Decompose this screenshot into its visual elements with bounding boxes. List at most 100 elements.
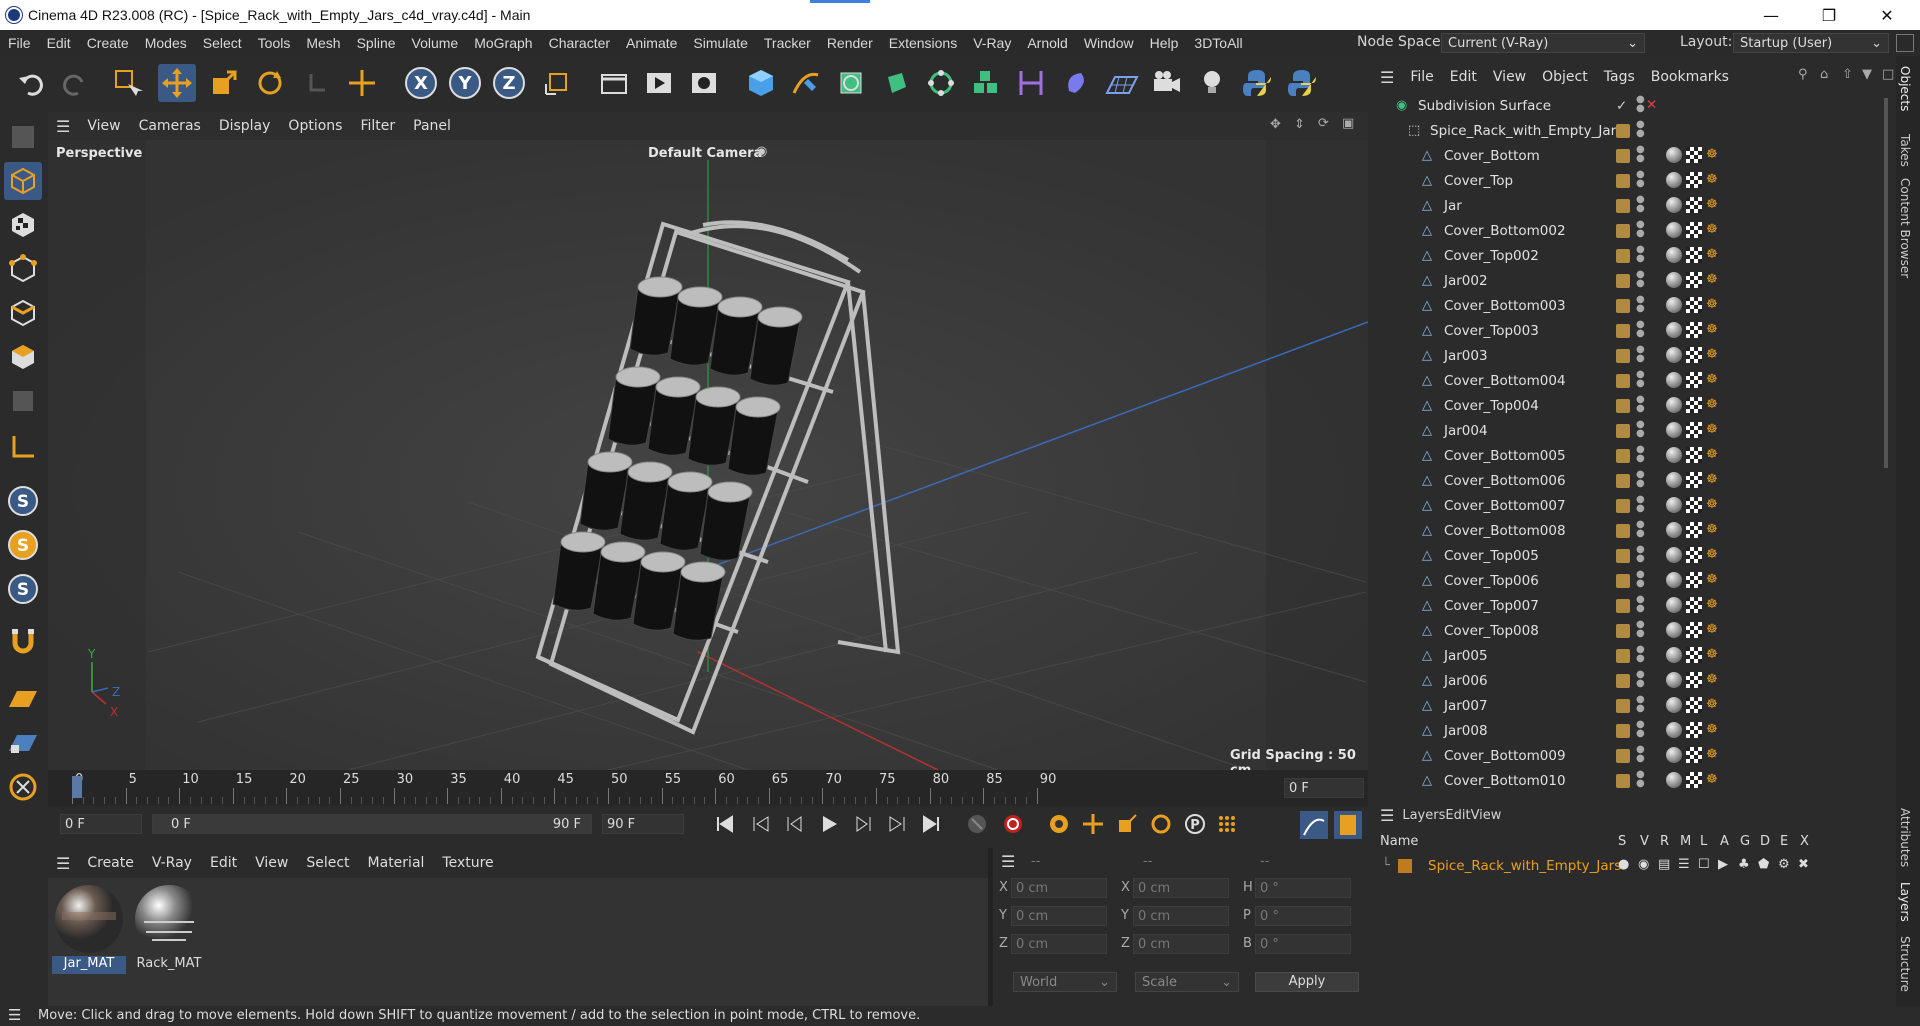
uvw-tag-icon[interactable]: ☸ <box>1706 422 1722 438</box>
up-arrow-icon[interactable]: ⇧ <box>1842 67 1853 82</box>
subdivision-surface-icon[interactable] <box>832 64 870 102</box>
menu-spline[interactable]: Spline <box>349 35 404 51</box>
previous-frame-icon[interactable] <box>784 813 806 835</box>
close-button[interactable]: ✕ <box>1864 0 1910 30</box>
layer-column-header[interactable]: V <box>1640 834 1649 849</box>
layout-toggle-icon[interactable] <box>1896 34 1914 52</box>
layer-color-swatch[interactable] <box>1616 374 1630 388</box>
texture-mode-icon[interactable] <box>4 206 42 244</box>
layer-color-swatch[interactable] <box>1616 774 1630 788</box>
render-to-picture-viewer-icon[interactable] <box>640 64 678 102</box>
object-row[interactable]: △ Jar ● ● ☸ <box>1372 194 1872 219</box>
filter-icon[interactable]: ▼ <box>1862 67 1872 82</box>
python-plugin-icon[interactable] <box>1283 64 1321 102</box>
material-menu-material[interactable]: Material <box>359 855 434 871</box>
quantize-icon[interactable]: S <box>4 570 42 608</box>
coord-mode-dropdown[interactable]: Scale ⌄ <box>1135 972 1239 992</box>
material-rack-mat[interactable]: Rack_MAT <box>132 882 206 974</box>
vray-material-tag-icon[interactable] <box>1666 272 1682 288</box>
render-view-icon[interactable] <box>595 64 633 102</box>
visibility-dots-icon[interactable]: ● ● <box>1636 420 1645 439</box>
object-row[interactable]: △ Cover_Top005 ● ● ☸ <box>1372 544 1872 569</box>
layer-color-swatch[interactable] <box>1616 674 1630 688</box>
object-name[interactable]: Jar008 <box>1444 723 1488 739</box>
vray-material-tag-icon[interactable] <box>1666 247 1682 263</box>
menu-mesh[interactable]: Mesh <box>298 35 348 51</box>
camera-object-icon[interactable] <box>1148 64 1186 102</box>
texture-tag-icon[interactable] <box>1686 222 1702 238</box>
object-row[interactable]: △ Cover_Bottom006 ● ● ☸ <box>1372 469 1872 494</box>
visibility-dots-icon[interactable]: ● ● <box>1636 295 1645 314</box>
menu-3dtoall[interactable]: 3DToAll <box>1186 35 1250 51</box>
texture-tag-icon[interactable] <box>1686 772 1702 788</box>
hamburger-icon[interactable]: ☰ <box>8 1006 21 1024</box>
menu-modes[interactable]: Modes <box>137 35 195 51</box>
light-object-icon[interactable] <box>1193 64 1231 102</box>
end-frame-field[interactable]: 90 F <box>602 814 684 834</box>
uvw-tag-icon[interactable]: ☸ <box>1706 622 1722 638</box>
object-name[interactable]: Jar <box>1444 198 1462 214</box>
rotation-key-icon[interactable] <box>1150 813 1172 835</box>
material-menu-select[interactable]: Select <box>297 855 358 871</box>
texture-tag-icon[interactable] <box>1686 322 1702 338</box>
coord-value-field[interactable]: 0 ° <box>1255 878 1351 898</box>
texture-tag-icon[interactable] <box>1686 722 1702 738</box>
coord-value-field[interactable]: 0 cm <box>1011 934 1107 954</box>
visibility-dots-icon[interactable]: ● ● <box>1636 270 1645 289</box>
node-space-dropdown[interactable]: Current (V-Ray) ⌄ <box>1441 33 1645 53</box>
texture-tag-icon[interactable] <box>1686 572 1702 588</box>
texture-tag-icon[interactable] <box>1686 297 1702 313</box>
texture-tag-icon[interactable] <box>1686 622 1702 638</box>
texture-tag-icon[interactable] <box>1686 497 1702 513</box>
hamburger-icon[interactable]: ☰ <box>1380 68 1394 87</box>
render-icon[interactable]: ▤ <box>1658 857 1670 872</box>
visibility-dots-icon[interactable]: ● ● <box>1636 595 1645 614</box>
object-name[interactable]: Cover_Bottom009 <box>1444 748 1566 764</box>
extrude-generator-icon[interactable] <box>877 64 915 102</box>
edge-mode-icon[interactable] <box>4 294 42 332</box>
object-name[interactable]: Cover_Bottom004 <box>1444 373 1566 389</box>
timeline-window-icon[interactable] <box>1334 811 1362 839</box>
texture-tag-icon[interactable] <box>1686 397 1702 413</box>
cloner-icon[interactable] <box>967 64 1005 102</box>
object-row[interactable]: △ Cover_Bottom003 ● ● ☸ <box>1372 294 1872 319</box>
menu-select[interactable]: Select <box>195 35 250 51</box>
visibility-dots-icon[interactable]: ● ● <box>1636 520 1645 539</box>
next-key-icon[interactable] <box>886 813 908 835</box>
play-icon[interactable] <box>818 813 840 835</box>
coord-value-field[interactable]: 0 ° <box>1255 906 1351 926</box>
object-row[interactable]: △ Cover_Top002 ● ● ☸ <box>1372 244 1872 269</box>
uvw-tag-icon[interactable]: ☸ <box>1706 572 1722 588</box>
object-row[interactable]: △ Cover_Top003 ● ● ☸ <box>1372 319 1872 344</box>
visibility-dots-icon[interactable]: ● ● <box>1636 770 1645 789</box>
object-name[interactable]: Cover_Bottom <box>1444 148 1540 164</box>
tab-structure[interactable]: Structure <box>1898 936 1912 992</box>
viewport-menu-options[interactable]: Options <box>279 118 351 134</box>
object-row[interactable]: △ Cover_Top008 ● ● ☸ <box>1372 619 1872 644</box>
layer-color-swatch[interactable] <box>1616 474 1630 488</box>
current-frame-field[interactable]: 0 F <box>1284 778 1364 798</box>
object-name[interactable]: Cover_Bottom010 <box>1444 773 1566 789</box>
visibility-dots-icon[interactable]: ● ● <box>1636 745 1645 764</box>
object-row[interactable]: △ Jar006 ● ● ☸ <box>1372 669 1872 694</box>
uvw-tag-icon[interactable]: ☸ <box>1706 447 1722 463</box>
z-axis-lock-icon[interactable]: Z <box>490 64 528 102</box>
pan-view-icon[interactable]: ✥ <box>1270 117 1281 132</box>
menu-render[interactable]: Render <box>819 35 881 51</box>
coord-value-field[interactable]: 0 ° <box>1255 934 1351 954</box>
menu-window[interactable]: Window <box>1076 35 1142 51</box>
vray-material-tag-icon[interactable] <box>1666 497 1682 513</box>
object-row[interactable]: △ Cover_Bottom ● ● ☸ <box>1372 144 1872 169</box>
vray-material-tag-icon[interactable] <box>1666 547 1682 563</box>
goto-end-icon[interactable] <box>920 813 942 835</box>
cube-primitive-icon[interactable] <box>742 64 780 102</box>
y-axis-lock-icon[interactable]: Y <box>446 64 484 102</box>
viewport-menu-filter[interactable]: Filter <box>351 118 404 134</box>
object-name[interactable]: Cover_Top007 <box>1444 598 1539 614</box>
coord-space-dropdown[interactable]: World ⌄ <box>1013 972 1117 992</box>
vray-material-tag-icon[interactable] <box>1666 222 1682 238</box>
pen-spline-icon[interactable] <box>787 64 825 102</box>
object-name[interactable]: Cover_Top006 <box>1444 573 1539 589</box>
zoom-view-icon[interactable]: ⇕ <box>1294 117 1305 132</box>
viewport-3d[interactable]: Y X Z Perspective Default Camera ◉ Grid … <box>48 112 1368 778</box>
